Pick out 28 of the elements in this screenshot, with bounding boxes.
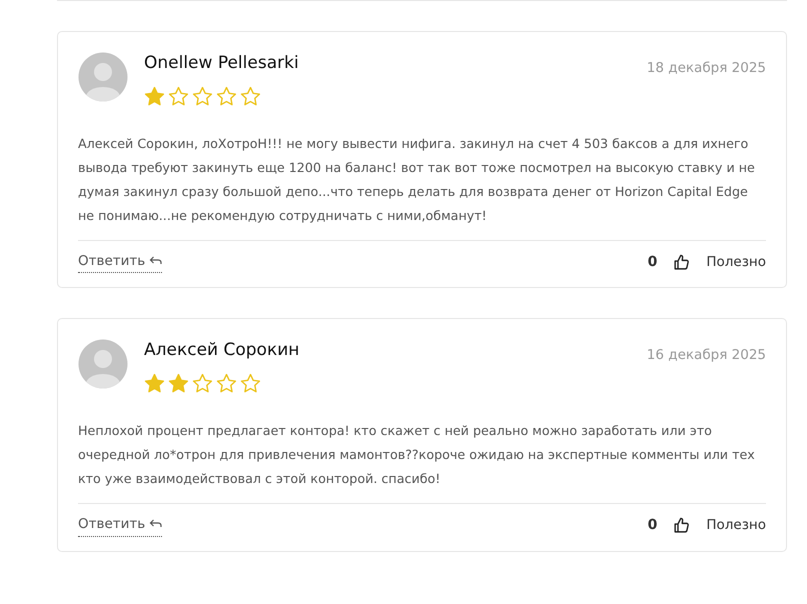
- star-icon: [216, 373, 237, 394]
- author-name: Onellew Pellesarki: [144, 52, 300, 74]
- star-icon: [216, 86, 237, 107]
- avatar-icon: [78, 339, 128, 390]
- like-count: 0: [648, 252, 658, 272]
- star-icon: [240, 86, 261, 107]
- helpful-label: Полезно: [706, 516, 766, 536]
- reply-link[interactable]: Ответить: [78, 251, 162, 274]
- star-icon: [168, 86, 189, 107]
- reply-arrow-icon: [149, 519, 162, 530]
- review-text: Алексей Сорокин, лоХотроН!!! не могу вывести нифига. закинул на счет 4 503 баксов а для ихнего вывода требуют закинуть еще 1200 на баланс! вот так вот тоже посмотрел на высокую ставку и не думая закинул сразу большой депо...что теперь делать для возврата денег от Horizon Capital Edge не понимаю...не рекомендую сотрудничать с ними,обманут!: [78, 135, 756, 225]
- review-date: 18 декабря 2025: [646, 59, 766, 78]
- review-date: 16 декабря 2025: [646, 346, 766, 366]
- review-text: Неплохой процент предлагает контора! кто скажет с ней реально можно заработать или это очередной ло*отрон для привлечения мамонтов??короче ожидаю на экспертные комменты или тех кто уже взаимодействовал с этой конторой. спасибо!: [78, 422, 756, 488]
- star-icon: [192, 373, 213, 394]
- star-icon: [192, 86, 213, 107]
- avatar-icon: [78, 52, 128, 102]
- star-icon: [240, 373, 261, 394]
- helpful-label: Полезно: [706, 253, 766, 272]
- thumbs-up-button[interactable]: [673, 516, 690, 534]
- like-count: 0: [648, 516, 658, 535]
- reply-arrow-icon: [149, 256, 162, 266]
- star-icon: [168, 373, 189, 394]
- reply-link[interactable]: Ответить: [78, 514, 162, 536]
- thumbs-up-button[interactable]: [673, 254, 690, 271]
- star-icon: [144, 373, 165, 394]
- author-name: Алексей Сорокин: [144, 339, 300, 362]
- star-icon: [144, 86, 165, 107]
